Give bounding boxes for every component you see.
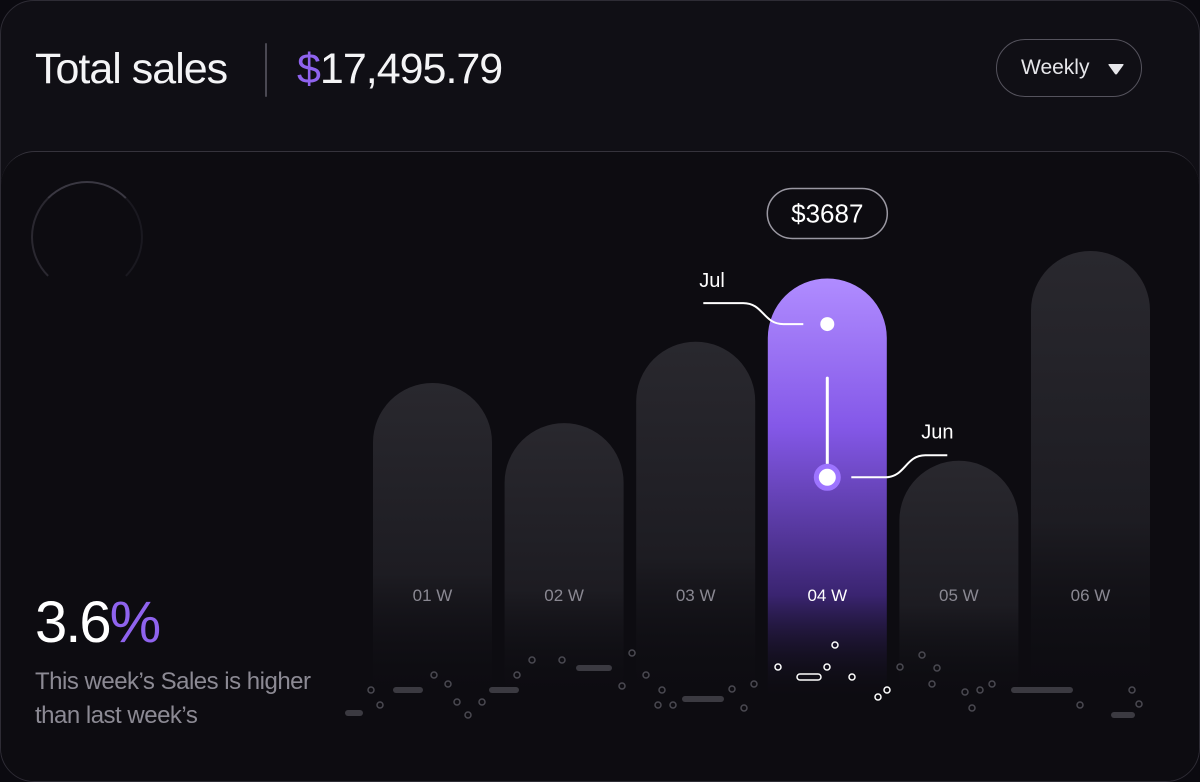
bar-label: 02 W [544, 586, 584, 605]
floor-dot [1135, 700, 1143, 708]
floor-dot [669, 701, 677, 709]
floor-dash [1111, 712, 1135, 718]
marker-dot-jun [813, 463, 841, 491]
floor-dash [345, 710, 363, 716]
marker-dot-jul [820, 317, 835, 332]
floor-dash [489, 687, 519, 693]
marker-label: Jun [921, 421, 953, 443]
floor-dash [393, 687, 423, 693]
floor-dash [1011, 687, 1073, 693]
bar[interactable] [899, 460, 1019, 701]
floor-dash [576, 665, 612, 671]
floor-dot [654, 701, 662, 709]
sales-card: Total sales $17,495.79 Weekly 3.6% This … [0, 0, 1200, 782]
bar[interactable] [373, 383, 492, 701]
bar[interactable] [1031, 251, 1150, 701]
floor-dot [464, 711, 472, 719]
floor-dash [682, 696, 724, 702]
marker-label: Jul [699, 270, 725, 292]
bar-label: 03 W [676, 586, 716, 605]
floor-dot [968, 704, 976, 712]
floor-dot [628, 649, 636, 657]
bar[interactable] [636, 341, 756, 701]
bar-label: 01 W [413, 586, 453, 605]
floor-dot [740, 704, 748, 712]
value-tooltip-text: $3687 [791, 198, 863, 228]
floor-dot [1076, 701, 1084, 709]
bar[interactable] [504, 423, 624, 701]
bar-label: 06 W [1071, 586, 1111, 605]
floor-dot [376, 701, 384, 709]
bar-label: 05 W [939, 586, 979, 605]
weekly-sales-chart: 01 W 02 W 03 W 04 W 05 W 06 W $3687 Jul Jun [345, 187, 1150, 719]
bar-label: 04 W [807, 586, 847, 605]
